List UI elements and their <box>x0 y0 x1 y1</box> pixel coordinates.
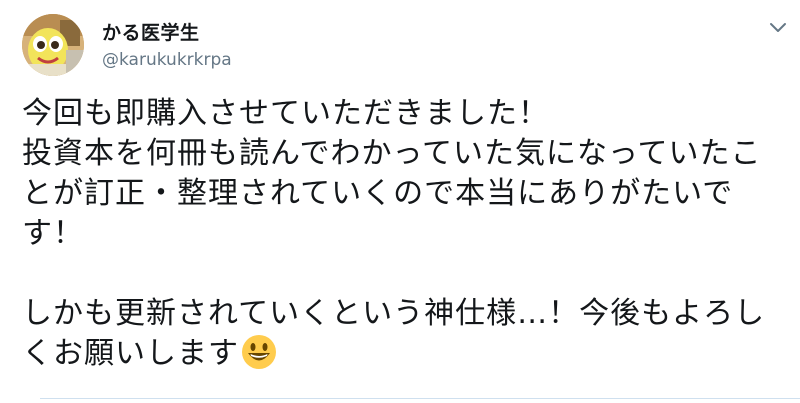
chevron-down-icon <box>770 23 786 32</box>
tweet-text-line: す！ <box>22 216 84 251</box>
tweet-divider <box>40 398 800 399</box>
grinning-face-emoji-icon <box>241 334 277 370</box>
author-avatar[interactable] <box>22 14 84 76</box>
character-avatar-icon <box>22 14 84 76</box>
tweet-menu-button[interactable] <box>768 20 788 36</box>
tweet-text-line: 投資本を何冊も読んでわかっていた気になっていたこ <box>22 136 762 171</box>
tweet-text-line: とが訂正・整理されていくので本当にありがたいで <box>22 176 734 211</box>
author-handle[interactable]: @karukukrkrpa <box>102 50 232 70</box>
tweet-text-line: くお願いします <box>22 336 239 371</box>
tweet-text: 今回も即購入させていただきました！ 投資本を何冊も読んでわかっていた気になってい… <box>22 94 782 374</box>
tweet-text-line: しかも更新されていくという神仕様…！今後もよろし <box>22 296 766 331</box>
tweet-text-line: 今回も即購入させていただきました！ <box>22 96 549 131</box>
tweet-card: かる医学生 @karukukrkrpa 今回も即購入させていただきました！ 投資… <box>0 0 800 403</box>
author-display-name[interactable]: かる医学生 <box>102 18 200 45</box>
tweet-text-last-line: くお願いします <box>22 334 782 374</box>
